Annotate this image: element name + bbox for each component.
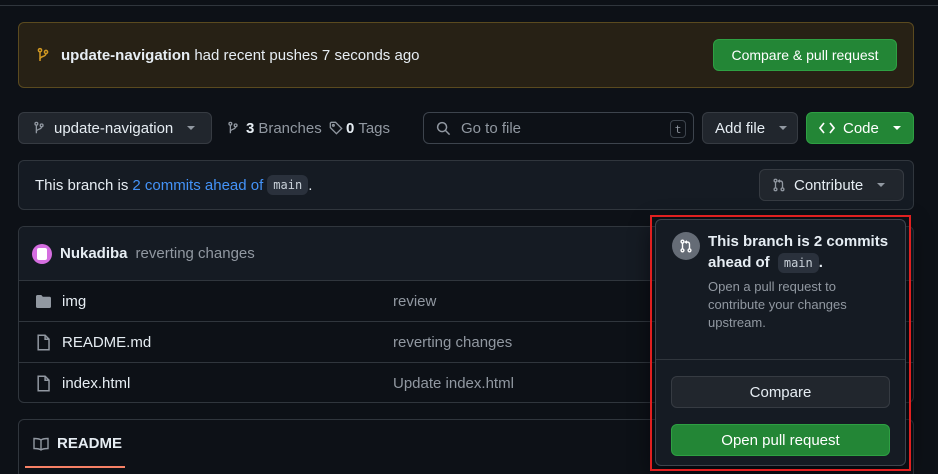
chevron-down-icon: [877, 183, 886, 187]
git-branch-icon: [32, 121, 46, 135]
branch-selector-label: update-navigation: [54, 119, 174, 137]
search-icon: [436, 121, 451, 136]
ahead-prefix: This branch is: [35, 176, 129, 194]
tags-label: Tags: [358, 119, 391, 137]
pushed-branch-name[interactable]: update-navigation: [61, 47, 190, 64]
base-branch-chip: main: [267, 175, 309, 195]
contribute-label: Contribute: [794, 176, 864, 194]
branches-label: Branches: [258, 119, 322, 137]
readme-tab[interactable]: README: [33, 435, 122, 452]
code-icon: [819, 121, 835, 135]
file-name[interactable]: README.md: [62, 334, 151, 351]
file-commit-message[interactable]: reverting changes: [393, 334, 512, 351]
go-to-file-input[interactable]: Go to file t: [423, 112, 694, 144]
file-name[interactable]: img: [62, 293, 86, 310]
git-branch-icon: [226, 121, 240, 135]
chevron-down-icon: [892, 126, 901, 130]
tags-link[interactable]: 0 Tags: [329, 112, 390, 144]
file-commit-message[interactable]: review: [393, 293, 436, 310]
commit-message[interactable]: reverting changes: [136, 245, 255, 262]
readme-tab-label: README: [57, 435, 123, 452]
recent-pushes-banner: update-navigation had recent pushes 7 se…: [18, 22, 914, 88]
pushes-message: had recent pushes 7 seconds ago: [194, 46, 420, 64]
code-label: Code: [843, 119, 879, 137]
commit-author[interactable]: Nukadiba: [60, 245, 128, 262]
branches-count: 3: [246, 119, 255, 137]
compare-pull-request-button[interactable]: Compare & pull request: [713, 39, 897, 71]
code-button[interactable]: Code: [806, 112, 914, 144]
file-icon: [35, 334, 52, 351]
git-pull-request-icon: [772, 178, 786, 192]
avatar[interactable]: [32, 243, 52, 264]
add-file-label: Add file: [715, 119, 766, 137]
keyboard-shortcut-hint: t: [670, 120, 686, 138]
go-to-file-placeholder: Go to file: [461, 119, 522, 137]
highlight-box: [650, 215, 911, 471]
ahead-suffix: .: [308, 176, 313, 194]
active-tab-underline: [25, 466, 125, 468]
add-file-button[interactable]: Add file: [702, 112, 798, 144]
git-branch-icon: [35, 47, 51, 63]
tags-count: 0: [346, 119, 355, 137]
contribute-button[interactable]: Contribute: [759, 169, 904, 201]
top-divider: [0, 5, 938, 6]
tag-icon: [329, 121, 343, 135]
chevron-down-icon: [779, 126, 788, 130]
commits-ahead-link[interactable]: 2 commits ahead of: [132, 177, 263, 194]
branch-ahead-bar: This branch is 2 commits ahead of main .…: [18, 160, 914, 210]
file-icon: [35, 375, 52, 392]
book-icon: [33, 437, 49, 451]
file-name[interactable]: index.html: [62, 375, 130, 392]
chevron-down-icon: [187, 126, 196, 130]
branch-selector-button[interactable]: update-navigation: [18, 112, 212, 144]
folder-icon: [35, 294, 52, 309]
file-commit-message[interactable]: Update index.html: [393, 375, 514, 392]
branches-link[interactable]: 3 Branches: [226, 112, 322, 144]
